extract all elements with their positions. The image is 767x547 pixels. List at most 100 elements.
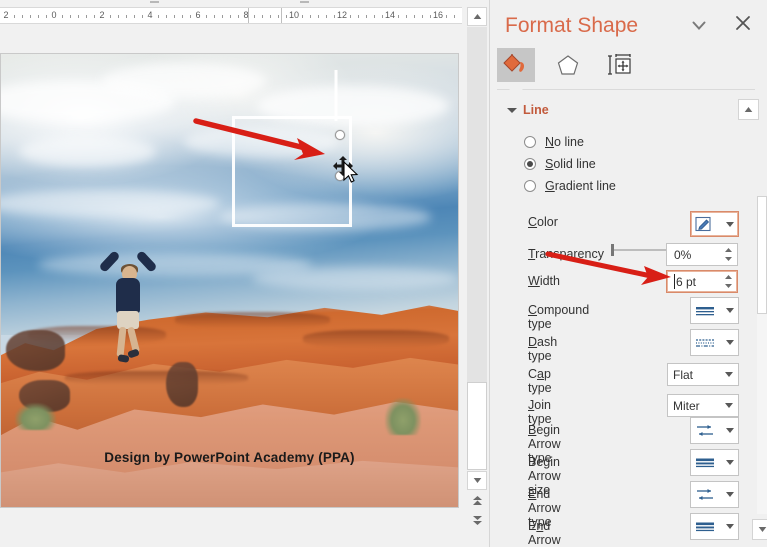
ruler-number: 16 xyxy=(432,10,444,20)
scrollbar-thumb[interactable] xyxy=(467,382,487,470)
dash-type-caret[interactable] xyxy=(726,340,734,345)
label-cap-type: Cap type xyxy=(528,367,552,395)
horizontal-ruler[interactable]: 2 0 2 4 6 8 10 12 14 16 xyxy=(0,7,462,24)
row-color: Color xyxy=(0,208,739,238)
radio-gradient-line-indicator[interactable] xyxy=(524,180,536,192)
cap-type-caret[interactable] xyxy=(725,372,733,377)
ruler-tick xyxy=(278,15,279,18)
ruler-number: 10 xyxy=(288,10,300,20)
previous-slide-button[interactable] xyxy=(468,493,486,509)
annotation-arrow-width xyxy=(545,251,671,285)
radio-solid-line-indicator[interactable] xyxy=(524,158,536,170)
scroll-up-icon xyxy=(473,14,481,19)
row-begin-arrow-type: Begin Arrow type xyxy=(0,416,739,465)
spinner-arrows-icon[interactable] xyxy=(723,273,734,290)
ruler-tick xyxy=(310,15,311,18)
pane-scroll-up-button[interactable] xyxy=(738,99,759,120)
tab-size-and-properties[interactable] xyxy=(601,48,639,82)
next-slide-button[interactable] xyxy=(468,513,486,529)
end-arrow-size-dropdown[interactable] xyxy=(690,513,739,540)
line-section-header[interactable]: Line xyxy=(499,102,767,122)
slide-vertical-scrollbar[interactable] xyxy=(466,7,489,490)
end-arrow-size-caret[interactable] xyxy=(726,524,734,529)
end-arrow-type-dropdown[interactable] xyxy=(690,481,739,508)
ruler-number: 2 xyxy=(99,10,105,20)
ruler-tick xyxy=(398,15,399,18)
pane-scroll-down-button[interactable] xyxy=(752,519,767,540)
ruler-tick xyxy=(134,15,135,18)
radio-no-line[interactable]: No line xyxy=(524,132,584,152)
scrollbar-up-button[interactable] xyxy=(467,7,487,26)
label-dash-type: Dash type xyxy=(528,335,558,363)
ruler-tick xyxy=(214,15,215,18)
selection-handle-top[interactable] xyxy=(335,130,345,140)
ruler-tick xyxy=(22,15,23,18)
width-spinner[interactable]: 6 pt xyxy=(666,270,738,293)
scroll-up-icon xyxy=(744,107,753,112)
dash-type-dropdown[interactable] xyxy=(690,329,739,356)
pencil-color-icon xyxy=(695,216,711,232)
ruler-number: 6 xyxy=(195,10,201,20)
compound-type-dropdown[interactable] xyxy=(690,297,739,324)
tab-effects[interactable] xyxy=(549,48,587,82)
ruler-number: 2 xyxy=(3,10,9,20)
row-dash-type: Dash type xyxy=(0,328,739,363)
scroll-down-icon xyxy=(473,478,481,483)
pane-close-button[interactable] xyxy=(735,15,759,39)
label-end-arrow-size: End Arrow size xyxy=(528,519,561,547)
scroll-down-icon xyxy=(758,527,767,532)
begin-arrow-type-caret[interactable] xyxy=(726,428,734,433)
ruler-top-strip xyxy=(0,0,489,7)
label-compound-type: Compound type xyxy=(528,303,590,331)
line-section-label: Line xyxy=(523,103,549,117)
paint-bucket-icon xyxy=(503,54,525,72)
begin-arrow-size-dropdown[interactable] xyxy=(690,449,739,476)
ruler-tick xyxy=(318,15,319,18)
ruler-tick xyxy=(366,15,367,18)
color-picker-button[interactable] xyxy=(690,211,739,237)
vertical-line-shape[interactable] xyxy=(334,69,338,121)
radio-solid-line[interactable]: Solid line xyxy=(524,154,596,174)
ruler-tick xyxy=(374,15,375,18)
spinner-arrows-icon[interactable] xyxy=(723,246,734,263)
radio-no-line-label: No line xyxy=(545,135,584,149)
ruler-number: 4 xyxy=(147,10,153,20)
ruler-number: 0 xyxy=(51,10,57,20)
app-window: 2 0 2 4 6 8 10 12 14 16 Design by PowerP… xyxy=(0,0,767,547)
ruler-tick xyxy=(86,15,87,18)
ruler-tick xyxy=(142,15,143,18)
begin-arrow-type-dropdown[interactable] xyxy=(690,417,739,444)
size-properties-icon xyxy=(608,54,631,75)
radio-gradient-line[interactable]: Gradient line xyxy=(524,176,616,196)
ruler-tick xyxy=(414,15,415,18)
ruler-tick xyxy=(222,15,223,18)
join-type-dropdown[interactable]: Miter xyxy=(667,394,739,417)
ruler-tick xyxy=(62,15,63,18)
ruler-tick xyxy=(446,15,447,18)
dash-line-icon xyxy=(696,338,714,347)
ruler-tick xyxy=(406,15,407,18)
row-transparency: Transparency 0% xyxy=(0,240,738,270)
ruler-tick xyxy=(254,15,255,18)
pane-scrollbar-thumb[interactable] xyxy=(757,196,767,314)
pane-title: Format Shape xyxy=(505,14,639,37)
scrollbar-down-button[interactable] xyxy=(467,471,487,490)
radio-no-line-indicator[interactable] xyxy=(524,136,536,148)
arrow-size-icon xyxy=(696,522,714,531)
begin-arrow-size-caret[interactable] xyxy=(726,460,734,465)
chevron-down-icon xyxy=(692,21,706,30)
row-begin-arrow-size: Begin Arrow size xyxy=(0,448,739,497)
radio-solid-line-label: Solid line xyxy=(545,157,596,171)
end-arrow-type-caret[interactable] xyxy=(726,492,734,497)
pane-menu-button[interactable] xyxy=(692,17,714,37)
ruler-number: 14 xyxy=(384,10,396,20)
scrollbar-track[interactable] xyxy=(467,27,487,403)
tab-fill-and-line[interactable] xyxy=(497,48,535,82)
cap-type-dropdown[interactable]: Flat xyxy=(667,363,739,386)
ruler-number: 12 xyxy=(336,10,348,20)
color-dropdown-caret[interactable] xyxy=(726,221,734,227)
compound-type-caret[interactable] xyxy=(726,308,734,313)
join-type-value: Miter xyxy=(673,398,700,413)
transparency-spinner[interactable]: 0% xyxy=(666,243,738,266)
join-type-caret[interactable] xyxy=(725,403,733,408)
